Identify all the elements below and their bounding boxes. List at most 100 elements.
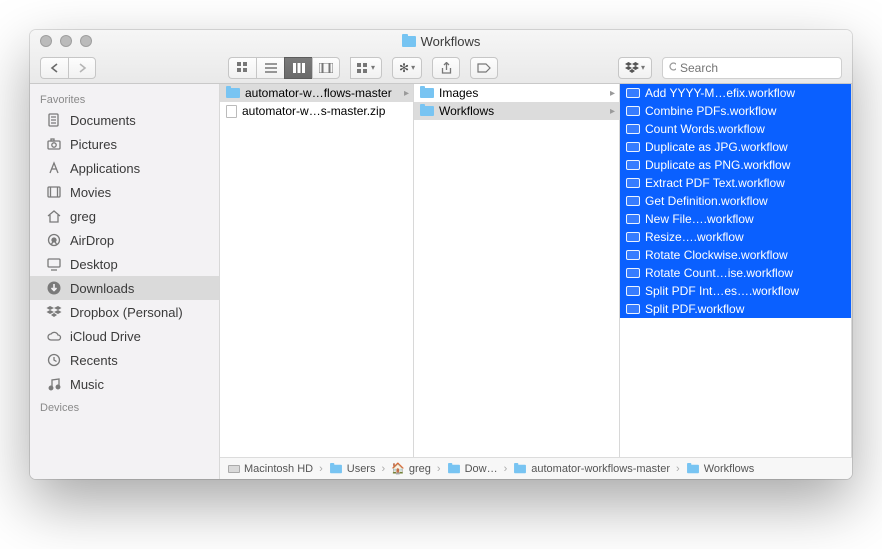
- sidebar-item-applications[interactable]: Applications: [30, 156, 219, 180]
- home-icon: [46, 208, 62, 224]
- movie-icon: [46, 184, 62, 200]
- file-row[interactable]: Combine PDFs.workflow: [620, 102, 851, 120]
- file-label: Duplicate as PNG.workflow: [645, 158, 847, 172]
- home-icon: 🏠: [391, 462, 405, 475]
- sidebar-item-label: Documents: [70, 113, 136, 128]
- sidebar-item-movies[interactable]: Movies: [30, 180, 219, 204]
- workflow-icon: [626, 196, 640, 206]
- file-row[interactable]: Workflows: [414, 102, 619, 120]
- file-row[interactable]: Resize….workflow: [620, 228, 851, 246]
- sidebar-item-label: Desktop: [70, 257, 118, 272]
- sidebar-item-desktop[interactable]: Desktop: [30, 252, 219, 276]
- file-row[interactable]: Images: [414, 84, 619, 102]
- file-label: Add YYYY-M…efix.workflow: [645, 86, 847, 100]
- path-item[interactable]: automator-workflows-master: [513, 463, 670, 475]
- sidebar-section-header: Devices: [30, 396, 219, 416]
- file-row[interactable]: Add YYYY-M…efix.workflow: [620, 84, 851, 102]
- path-label: Dow…: [465, 463, 498, 475]
- file-row[interactable]: automator-w…flows-master: [220, 84, 413, 102]
- sidebar-item-downloads[interactable]: Downloads: [30, 276, 219, 300]
- file-row[interactable]: Split PDF.workflow: [620, 300, 851, 318]
- sidebar-item-greg[interactable]: greg: [30, 204, 219, 228]
- search-input[interactable]: [680, 61, 835, 75]
- back-button[interactable]: [40, 57, 68, 79]
- airdrop-icon: [46, 232, 62, 248]
- minimize-button[interactable]: [60, 35, 72, 47]
- path-separator: ›: [381, 463, 385, 475]
- sidebar-item-pictures[interactable]: Pictures: [30, 132, 219, 156]
- file-label: Rotate Clockwise.workflow: [645, 248, 847, 262]
- file-label: Workflows: [439, 104, 603, 118]
- view-column-button[interactable]: [284, 57, 312, 79]
- sidebar-item-icloud-drive[interactable]: iCloud Drive: [30, 324, 219, 348]
- file-label: Split PDF Int…es….workflow: [645, 284, 847, 298]
- folder-icon: [514, 464, 526, 473]
- sidebar-item-label: Pictures: [70, 137, 117, 152]
- file-label: Images: [439, 86, 603, 100]
- file-row[interactable]: Rotate Clockwise.workflow: [620, 246, 851, 264]
- file-label: Rotate Count…ise.workflow: [645, 266, 847, 280]
- search-field[interactable]: [662, 57, 842, 79]
- sidebar-item-label: Dropbox (Personal): [70, 305, 183, 320]
- file-row[interactable]: Rotate Count…ise.workflow: [620, 264, 851, 282]
- file-row[interactable]: Split PDF Int…es….workflow: [620, 282, 851, 300]
- folder-icon: [420, 88, 434, 98]
- sidebar-item-music[interactable]: Music: [30, 372, 219, 396]
- file-label: Extract PDF Text.workflow: [645, 176, 847, 190]
- path-separator: ›: [676, 463, 680, 475]
- arrange-button[interactable]: ▾: [350, 57, 382, 79]
- tags-button[interactable]: [470, 57, 498, 79]
- workflow-icon: [626, 214, 640, 224]
- file-row[interactable]: New File….workflow: [620, 210, 851, 228]
- path-item[interactable]: Dow…: [447, 463, 498, 475]
- file-row[interactable]: Extract PDF Text.workflow: [620, 174, 851, 192]
- sidebar-item-documents[interactable]: Documents: [30, 108, 219, 132]
- file-row[interactable]: Duplicate as PNG.workflow: [620, 156, 851, 174]
- tag-icon: [477, 63, 491, 73]
- path-separator: ›: [319, 463, 323, 475]
- folder-icon: [448, 464, 460, 473]
- file-label: Duplicate as JPG.workflow: [645, 140, 847, 154]
- share-button[interactable]: [432, 57, 460, 79]
- file-label: New File….workflow: [645, 212, 847, 226]
- zoom-button[interactable]: [80, 35, 92, 47]
- file-row[interactable]: Count Words.workflow: [620, 120, 851, 138]
- file-label: Count Words.workflow: [645, 122, 847, 136]
- action-button[interactable]: ✻▾: [392, 57, 422, 79]
- file-label: automator-w…s-master.zip: [242, 104, 409, 118]
- view-list-button[interactable]: [256, 57, 284, 79]
- sidebar-item-label: Movies: [70, 185, 111, 200]
- sidebar-item-recents[interactable]: Recents: [30, 348, 219, 372]
- music-icon: [46, 376, 62, 392]
- file-row[interactable]: automator-w…s-master.zip: [220, 102, 413, 120]
- column-2: Add YYYY-M…efix.workflow Combine PDFs.wor…: [620, 84, 852, 457]
- dropbox-icon: [625, 62, 639, 74]
- hd-icon: [228, 465, 240, 473]
- column-1: Images Workflows: [414, 84, 620, 457]
- path-item[interactable]: Workflows: [686, 463, 755, 475]
- dropbox-button[interactable]: ▾: [618, 57, 652, 79]
- path-item[interactable]: 🏠greg: [391, 462, 431, 475]
- downloads-icon: [46, 280, 62, 296]
- workflow-icon: [626, 160, 640, 170]
- column-browser: automator-w…flows-master automator-w…s-ma…: [220, 84, 852, 457]
- file-row[interactable]: Get Definition.workflow: [620, 192, 851, 210]
- file-label: Get Definition.workflow: [645, 194, 847, 208]
- sidebar-item-airdrop[interactable]: AirDrop: [30, 228, 219, 252]
- path-item[interactable]: Macintosh HD: [228, 463, 313, 475]
- recents-icon: [46, 352, 62, 368]
- view-icon-button[interactable]: [228, 57, 256, 79]
- desktop-icon: [46, 256, 62, 272]
- path-item[interactable]: Users: [329, 463, 376, 475]
- forward-button[interactable]: [68, 57, 96, 79]
- file-row[interactable]: Duplicate as JPG.workflow: [620, 138, 851, 156]
- close-button[interactable]: [40, 35, 52, 47]
- workflow-icon: [626, 268, 640, 278]
- folder-icon: [330, 464, 342, 473]
- path-label: automator-workflows-master: [531, 463, 670, 475]
- folder-icon: [687, 464, 699, 473]
- sidebar-item-dropbox-personal-[interactable]: Dropbox (Personal): [30, 300, 219, 324]
- toolbar: ▾ ✻▾ ▾: [30, 52, 852, 83]
- view-gallery-button[interactable]: [312, 57, 340, 79]
- sidebar-item-label: iCloud Drive: [70, 329, 141, 344]
